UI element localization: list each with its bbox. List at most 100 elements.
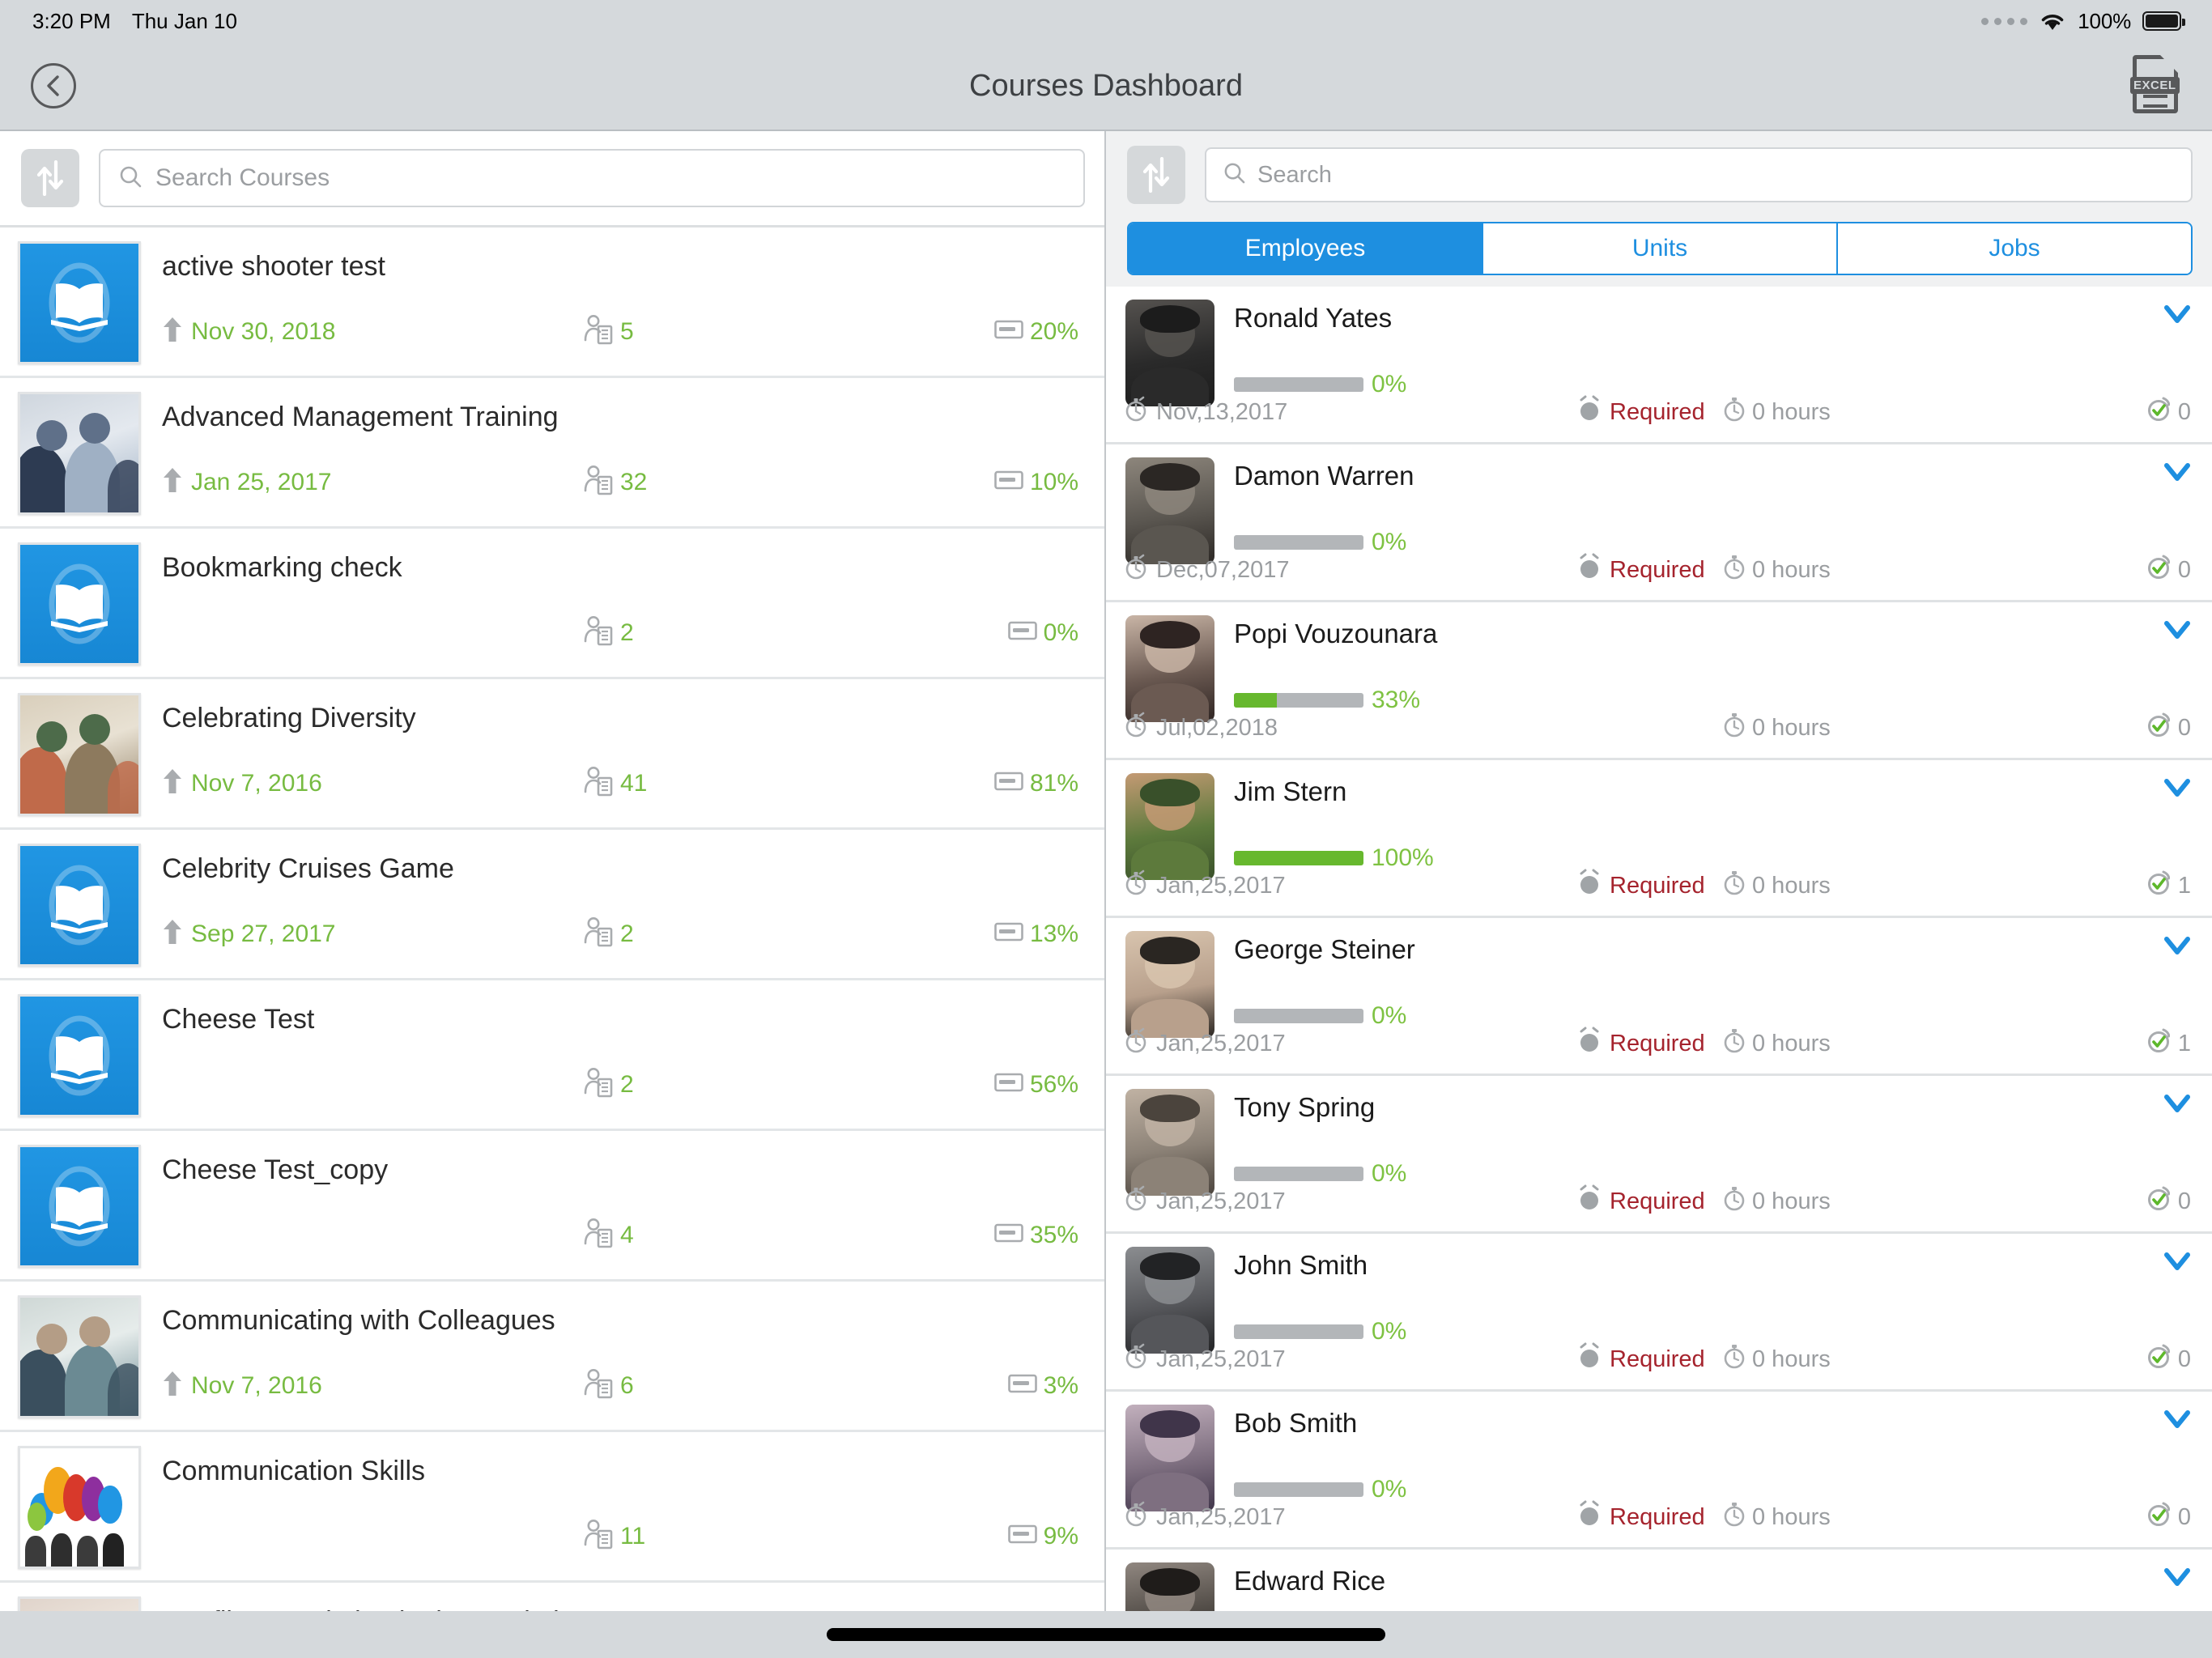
employee-hours: 0 hours [1723, 869, 1831, 902]
employee-required-text: Required [1610, 872, 1705, 899]
tab-employees[interactable]: Employees [1129, 223, 1483, 274]
users-icon [583, 1518, 614, 1554]
course-date: Jan 25, 2017 [162, 466, 583, 498]
courses-sort-button[interactable] [21, 149, 79, 207]
employee-required-badge: Required [1577, 1500, 1723, 1534]
employee-row[interactable]: Popi Vouzounara 33% Jul,02,2018 0 hours … [1106, 602, 2212, 760]
employee-certificates-count: 0 [2177, 1188, 2191, 1214]
course-title: Celebrity Cruises Game [162, 853, 454, 884]
course-thumbnail [18, 240, 141, 364]
course-title: Cheese Test [162, 1004, 315, 1035]
employee-hours: 0 hours [1723, 712, 1831, 744]
employee-certificates: 0 [2146, 553, 2191, 587]
progress-value: 0% [1372, 371, 1407, 397]
employee-details: Jan,25,2017 Required 0 hours 1 [1124, 1027, 2191, 1061]
up-arrow-icon [162, 767, 183, 799]
chevron-down-icon[interactable] [2163, 936, 2191, 959]
employees-list[interactable]: Ronald Yates 0% Nov,13,2017 Required 0 h… [1106, 287, 2212, 1611]
course-row[interactable]: Cheese Test_copy 4 35% [0, 1131, 1104, 1282]
course-completion: 56% [994, 1071, 1078, 1099]
progress-bar [1234, 1482, 1363, 1497]
employee-row[interactable]: Tony Spring 0% Jan,25,2017 Required 0 ho… [1106, 1076, 2212, 1234]
employee-details: Jan,25,2017 Required 0 hours 1 [1124, 869, 2191, 903]
chevron-down-icon[interactable] [2163, 1252, 2191, 1275]
chevron-down-icon[interactable] [2163, 304, 2191, 328]
check-badge-icon [2146, 869, 2172, 903]
avatar [1125, 300, 1214, 406]
employee-hours-text: 0 hours [1752, 872, 1831, 899]
employees-sort-button[interactable] [1127, 146, 1185, 204]
check-badge-icon [2146, 711, 2172, 745]
tab-jobs[interactable]: Jobs [1838, 223, 2191, 274]
employee-main: George Steiner 0% [1214, 931, 2191, 1038]
employee-hours-text: 0 hours [1752, 1346, 1831, 1372]
employee-hours: 0 hours [1723, 554, 1831, 586]
course-row[interactable]: Communication Skills 11 9% [0, 1432, 1104, 1583]
course-date: Nov 7, 2016 [162, 767, 583, 799]
chevron-down-icon[interactable] [2163, 462, 2191, 486]
chevron-down-icon[interactable] [2163, 1567, 2191, 1591]
course-meta: Nov 7, 2016 41 81% [162, 765, 1078, 801]
employee-certificates-count: 0 [2177, 1346, 2191, 1372]
employee-certificates-count: 0 [2177, 398, 2191, 425]
employee-main: John Smith 0% [1214, 1247, 2191, 1354]
employee-row[interactable]: Jim Stern 100% Jan,25,2017 Required 0 ho… [1106, 760, 2212, 918]
progress-value: 0% [1372, 1002, 1407, 1029]
course-row[interactable]: Conflict Resolution in the Workplace [0, 1583, 1104, 1611]
courses-search-field[interactable]: Search Courses [99, 149, 1085, 207]
alarm-icon [1577, 1184, 1602, 1218]
course-enrolled-value: 2 [620, 619, 634, 646]
employee-name: Bob Smith [1234, 1408, 1358, 1438]
employee-row[interactable]: Bob Smith 0% Jan,25,2017 Required 0 hour… [1106, 1392, 2212, 1550]
up-arrow-icon [162, 918, 183, 950]
chevron-down-icon[interactable] [2163, 778, 2191, 801]
employee-row[interactable]: George Steiner 0% Jan,25,2017 Required 0… [1106, 918, 2212, 1076]
employee-name: Jim Stern [1234, 776, 1347, 806]
employee-progress: 0% [1234, 1002, 1406, 1030]
course-row[interactable]: active shooter test Nov 30, 2018 5 20% [0, 227, 1104, 378]
courses-list[interactable]: active shooter test Nov 30, 2018 5 20% A… [0, 227, 1104, 1611]
search-icon [1223, 161, 1246, 189]
wifi-icon [2039, 11, 2066, 32]
export-excel-button[interactable]: EXCEL [2130, 55, 2183, 117]
course-enrolled-count: 11 [583, 1518, 834, 1554]
employee-progress: 100% [1234, 844, 1434, 872]
course-row[interactable]: Communicating with Colleagues Nov 7, 201… [0, 1282, 1104, 1432]
employee-row[interactable]: John Smith 0% Jan,25,2017 Required 0 hou… [1106, 1234, 2212, 1392]
employee-row[interactable]: Edward Rice [1106, 1550, 2212, 1611]
progress-value: 0% [1372, 529, 1407, 555]
progress-card-icon [994, 771, 1023, 796]
employee-hours-text: 0 hours [1752, 1188, 1831, 1214]
progress-card-icon [1007, 1373, 1037, 1398]
chevron-down-icon[interactable] [2163, 620, 2191, 644]
back-button[interactable] [31, 63, 76, 108]
employee-header: Edward Rice [1125, 1562, 2191, 1611]
employees-search-field[interactable]: Search [1205, 147, 2193, 202]
chevron-down-icon[interactable] [2163, 1094, 2191, 1117]
signal-dots-icon [1981, 17, 2028, 25]
course-row[interactable]: Bookmarking check 2 0% [0, 529, 1104, 679]
course-body: active shooter test Nov 30, 2018 5 20% [141, 240, 1087, 364]
employee-assigned-date-text: Jul,02,2018 [1156, 714, 1278, 741]
employee-assigned-date-text: Dec,07,2017 [1156, 556, 1290, 583]
course-row[interactable]: Celebrity Cruises Game Sep 27, 2017 2 13… [0, 830, 1104, 980]
home-indicator[interactable] [827, 1628, 1385, 1641]
employee-row[interactable]: Ronald Yates 0% Nov,13,2017 Required 0 h… [1106, 287, 2212, 444]
course-meta: Nov 7, 2016 6 3% [162, 1367, 1078, 1404]
progress-bar [1234, 693, 1363, 708]
employee-certificates: 0 [2146, 395, 2191, 429]
course-row[interactable]: Celebrating Diversity Nov 7, 2016 41 81% [0, 679, 1104, 830]
course-completion: 10% [994, 469, 1078, 496]
chevron-down-icon[interactable] [2163, 1409, 2191, 1433]
course-row[interactable]: Advanced Management Training Jan 25, 201… [0, 378, 1104, 529]
employee-progress: 0% [1234, 529, 1406, 556]
entity-tabs[interactable]: Employees Units Jobs [1127, 222, 2193, 275]
employee-row[interactable]: Damon Warren 0% Dec,07,2017 Required 0 h… [1106, 444, 2212, 602]
employee-required-badge: Required [1577, 869, 1723, 903]
employee-hours-text: 0 hours [1752, 556, 1831, 583]
tab-units[interactable]: Units [1483, 223, 1838, 274]
progress-card-icon [994, 921, 1023, 946]
progress-bar [1234, 1167, 1363, 1181]
course-row[interactable]: Cheese Test 2 56% [0, 980, 1104, 1131]
employee-certificates: 0 [2146, 1500, 2191, 1534]
